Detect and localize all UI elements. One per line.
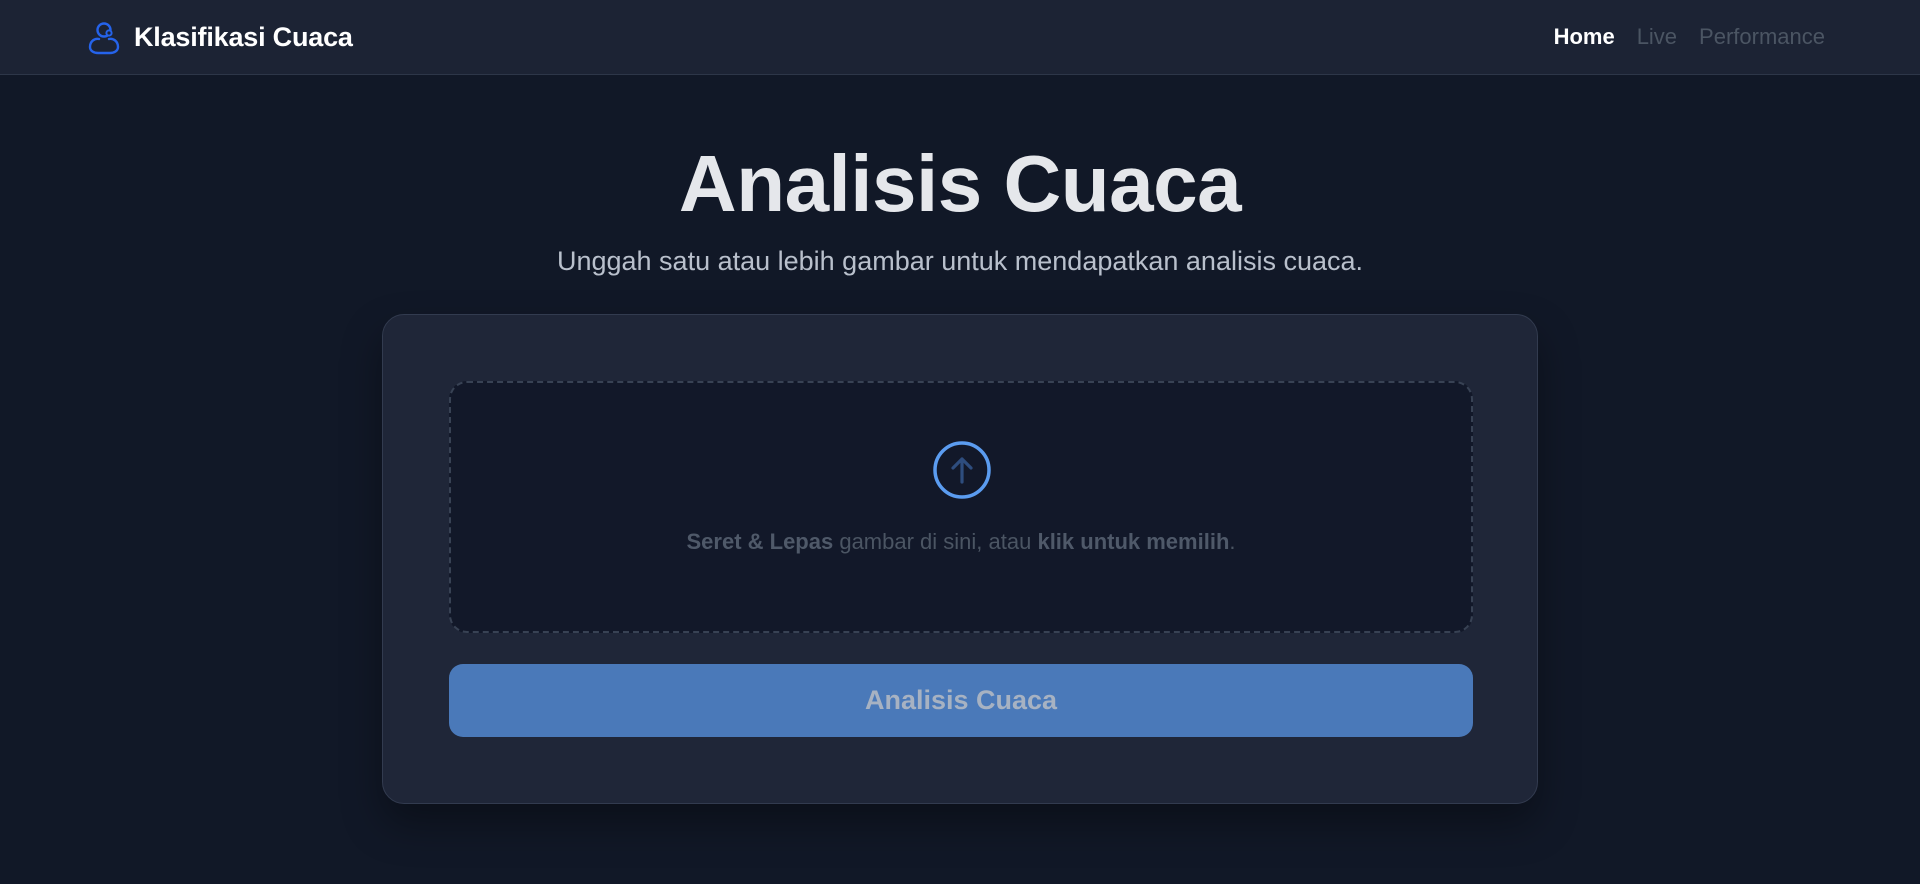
main-content: Analisis Cuaca Unggah satu atau lebih ga… (0, 76, 1920, 884)
page-subtitle: Unggah satu atau lebih gambar untuk mend… (556, 246, 1364, 276)
nav-link-home[interactable]: Home (1554, 24, 1615, 50)
dropzone-instructions: Seret & Lepas gambar di sini, atau klik … (451, 529, 1471, 555)
upload-arrow-icon (932, 440, 992, 500)
dropzone-text-end: . (1229, 529, 1236, 554)
nav-link-performance[interactable]: Performance (1699, 24, 1825, 50)
dropzone-text-click: klik untuk memilih (1037, 529, 1230, 554)
person-location-icon (86, 19, 122, 55)
brand-title: Klasifikasi Cuaca (134, 21, 353, 52)
brand[interactable]: Klasifikasi Cuaca (86, 19, 353, 55)
analyze-button[interactable]: Analisis Cuaca (449, 664, 1473, 737)
nav-links: Home Live Performance (1554, 24, 1825, 50)
navbar: Klasifikasi Cuaca Home Live Performance (0, 0, 1920, 75)
dropzone-text-drag: Seret & Lepas (686, 529, 834, 554)
page-title: Analisis Cuaca (678, 139, 1242, 228)
upload-card: Seret & Lepas gambar di sini, atau klik … (382, 314, 1538, 804)
image-dropzone[interactable]: Seret & Lepas gambar di sini, atau klik … (449, 381, 1473, 633)
dropzone-text-middle: gambar di sini, atau (833, 529, 1038, 554)
nav-link-live[interactable]: Live (1637, 24, 1677, 50)
